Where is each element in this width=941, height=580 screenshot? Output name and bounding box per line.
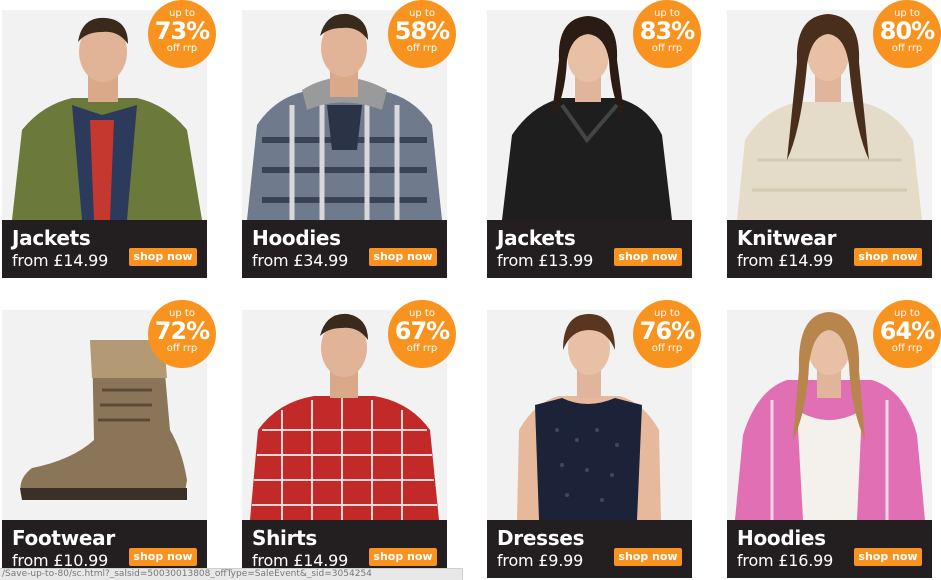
shop-now-button[interactable]: shop now <box>854 248 922 266</box>
category-title: Dresses <box>497 526 585 550</box>
category-title: Shirts <box>252 526 318 550</box>
category-title: Knitwear <box>737 226 837 250</box>
price-from: from £16.99 <box>737 551 834 570</box>
tile-caption-bar: Hoodies from £34.99 shop now <box>242 220 447 278</box>
discount-badge: up to 73% off rrp <box>148 0 216 68</box>
shop-now-button[interactable]: shop now <box>854 548 922 566</box>
category-title: Hoodies <box>737 526 826 550</box>
discount-badge: up to 67% off rrp <box>388 300 456 368</box>
price-from: from £14.99 <box>12 251 109 270</box>
discount-badge: up to 58% off rrp <box>388 0 456 68</box>
browser-status-bar-url: /Save-up-to-80/sc.html?_salsid=500300138… <box>0 568 463 580</box>
shop-now-button[interactable]: shop now <box>614 248 682 266</box>
discount-badge: up to 72% off rrp <box>148 300 216 368</box>
tile-caption-bar: Dresses from £9.99 shop now <box>487 520 692 578</box>
shop-now-button[interactable]: shop now <box>129 248 197 266</box>
category-title: Jackets <box>12 226 91 250</box>
shop-now-button[interactable]: shop now <box>369 248 437 266</box>
product-tile-hoodies-womens[interactable]: up to 64% off rrp Hoodies from £16.99 sh… <box>727 300 941 578</box>
product-tile-footwear[interactable]: up to 72% off rrp Footwear from £10.99 s… <box>2 300 216 578</box>
shop-now-button[interactable]: shop now <box>369 548 437 566</box>
price-from: from £13.99 <box>497 251 594 270</box>
price-from: from £34.99 <box>252 251 349 270</box>
discount-badge: up to 83% off rrp <box>633 0 701 68</box>
category-title: Jackets <box>497 226 576 250</box>
discount-badge: up to 76% off rrp <box>633 300 701 368</box>
price-from: from £14.99 <box>737 251 834 270</box>
product-tile-hoodies-mens[interactable]: up to 58% off rrp Hoodies from £34.99 sh… <box>242 0 456 278</box>
product-tile-jackets-mens[interactable]: up to 73% off rrp Jackets from £14.99 sh… <box>2 0 216 278</box>
tile-caption-bar: Jackets from £14.99 shop now <box>2 220 207 278</box>
product-tile-knitwear[interactable]: up to 80% off rrp Knitwear from £14.99 s… <box>727 0 941 278</box>
product-tile-dresses[interactable]: up to 76% off rrp Dresses from £9.99 sho… <box>487 300 701 578</box>
discount-badge: up to 64% off rrp <box>873 300 941 368</box>
category-title: Footwear <box>12 526 115 550</box>
tile-caption-bar: Jackets from £13.99 shop now <box>487 220 692 278</box>
discount-badge: up to 80% off rrp <box>873 0 941 68</box>
tile-caption-bar: Hoodies from £16.99 shop now <box>727 520 932 578</box>
shop-now-button[interactable]: shop now <box>614 548 682 566</box>
shop-now-button[interactable]: shop now <box>129 548 197 566</box>
category-title: Hoodies <box>252 226 341 250</box>
tile-caption-bar: Knitwear from £14.99 shop now <box>727 220 932 278</box>
product-tile-shirts[interactable]: up to 67% off rrp Shirts from £14.99 sho… <box>242 300 456 578</box>
price-from: from £9.99 <box>497 551 584 570</box>
product-tile-jackets-womens[interactable]: up to 83% off rrp Jackets from £13.99 sh… <box>487 0 701 278</box>
